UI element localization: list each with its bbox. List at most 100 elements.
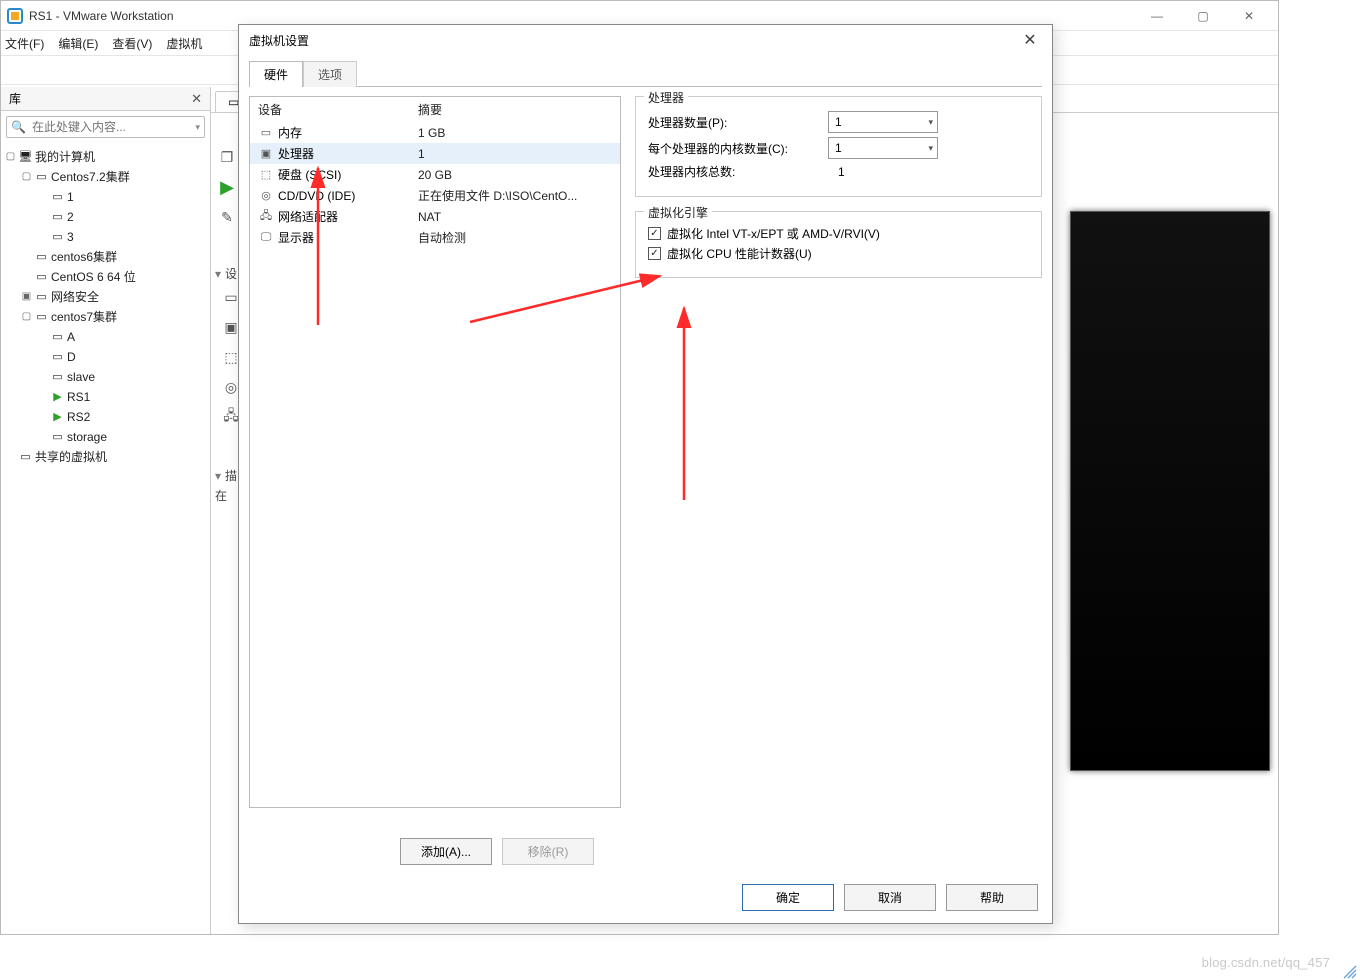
virt-cpu-label: 虚拟化 CPU 性能计数器(U) <box>667 245 812 262</box>
resize-grip-icon[interactable] <box>1340 962 1358 980</box>
cd-icon: ◎ <box>258 189 274 203</box>
vm-icon: ▭ <box>50 430 65 444</box>
col-device: 设备 <box>258 101 418 118</box>
vm-icon: ▭ <box>50 370 65 384</box>
folder-icon: ▭ <box>34 290 49 304</box>
tree-centos72-cluster[interactable]: ▢▭Centos7.2集群 <box>3 167 208 187</box>
watermark-text: blog.csdn.net/qq_457 <box>1202 955 1330 970</box>
menu-edit[interactable]: 编辑(E) <box>58 35 98 52</box>
vm-icon: ▭ <box>50 210 65 224</box>
vm-icon: ▭ <box>50 190 65 204</box>
tree-node-D[interactable]: ▭D <box>3 347 208 367</box>
virt-cpu-counters-row[interactable]: ✓ 虚拟化 CPU 性能计数器(U) <box>648 245 1029 262</box>
vm-quick-icons: ❐ ▶ ✎ <box>217 147 237 227</box>
vm-icon: ▭ <box>50 230 65 244</box>
dialog-tab-options[interactable]: 选项 <box>303 61 357 87</box>
computer-icon: 🖥 <box>18 150 33 164</box>
close-button[interactable]: ✕ <box>1226 2 1272 30</box>
vm-icon: ▭ <box>34 270 49 284</box>
library-search[interactable]: 🔍 ▾ <box>6 116 205 138</box>
hardware-list: 设备 摘要 ▭内存 1 GB ▣处理器 1 ⬚硬盘 (SCSI) 20 GB ◎… <box>249 96 621 808</box>
tree-node-2[interactable]: ▭2 <box>3 207 208 227</box>
proc-count-label: 处理器数量(P): <box>648 114 828 131</box>
cpu-icon: ▣ <box>258 147 274 161</box>
tree-node-storage[interactable]: ▭storage <box>3 427 208 447</box>
tree-node-slave[interactable]: ▭slave <box>3 367 208 387</box>
tree-node-RS2[interactable]: ▶RS2 <box>3 407 208 427</box>
remove-hardware-button: 移除(R) <box>502 838 594 865</box>
search-input[interactable] <box>30 119 192 135</box>
memory-icon: ▭ <box>258 126 274 140</box>
chevron-down-icon: ▾ <box>928 117 933 128</box>
vmware-icon <box>7 8 23 24</box>
cores-combo[interactable]: 1▾ <box>828 137 938 159</box>
vm-running-icon: ▶ <box>50 410 65 424</box>
windows-overlap-icon[interactable]: ❐ <box>217 147 237 167</box>
processor-group: 处理器 处理器数量(P): 1▾ 每个处理器的内核数量(C): 1▾ 处理器内核… <box>635 96 1042 197</box>
tree-my-computer[interactable]: ▢🖥我的计算机 <box>3 147 208 167</box>
menu-vm-truncated[interactable]: 虚拟机 <box>166 35 202 52</box>
vm-settings-dialog: 虚拟机设置 ✕ 硬件 选项 设备 摘要 ▭内存 1 GB ▣处理器 1 ⬚硬盘 … <box>238 24 1053 924</box>
col-summary: 摘要 <box>418 101 612 118</box>
proc-count-combo[interactable]: 1▾ <box>828 111 938 133</box>
section-settings: ▾设 <box>215 265 237 282</box>
library-panel: 库 ✕ 🔍 ▾ ▢🖥我的计算机 ▢▭Centos7.2集群 ▭1 ▭2 ▭3 ▭… <box>1 87 211 934</box>
vm-icon: ▭ <box>50 350 65 364</box>
menu-file[interactable]: 文件(F) <box>5 35 44 52</box>
hw-row-display[interactable]: 🖵显示器 自动检测 <box>250 227 620 248</box>
library-tree: ▢🖥我的计算机 ▢▭Centos7.2集群 ▭1 ▭2 ▭3 ▭centos6集… <box>1 143 210 471</box>
vm-icon: ▭ <box>50 330 65 344</box>
tree-centos7-cluster[interactable]: ▢▭centos7集群 <box>3 307 208 327</box>
hw-row-memory[interactable]: ▭内存 1 GB <box>250 122 620 143</box>
tree-shared-vms[interactable]: ▭共享的虚拟机 <box>3 447 208 467</box>
menu-view[interactable]: 查看(V) <box>112 35 152 52</box>
virt-vtx-label: 虚拟化 Intel VT-x/EPT 或 AMD-V/RVI(V) <box>667 225 880 242</box>
nic-icon: 🖧 <box>258 210 274 224</box>
section-at: 在 <box>215 487 227 504</box>
hw-row-cddvd[interactable]: ◎CD/DVD (IDE) 正在使用文件 D:\ISO\CentO... <box>250 185 620 206</box>
help-button[interactable]: 帮助 <box>946 884 1038 911</box>
processor-group-legend: 处理器 <box>644 89 688 106</box>
folder-icon: ▭ <box>34 170 49 184</box>
shared-icon: ▭ <box>18 450 33 464</box>
add-hardware-button[interactable]: 添加(A)... <box>400 838 492 865</box>
vm-preview-thumbnail[interactable] <box>1070 211 1270 771</box>
tree-node-A[interactable]: ▭A <box>3 327 208 347</box>
hw-row-network[interactable]: 🖧网络适配器 NAT <box>250 206 620 227</box>
checkbox-checked-icon[interactable]: ✓ <box>648 247 661 260</box>
dialog-tab-hardware[interactable]: 硬件 <box>249 61 303 87</box>
tree-node-RS1[interactable]: ▶RS1 <box>3 387 208 407</box>
total-cores-label: 处理器内核总数: <box>648 163 828 180</box>
maximize-button[interactable]: ▢ <box>1180 2 1226 30</box>
library-close-icon[interactable]: ✕ <box>191 91 202 107</box>
total-cores-value: 1 <box>828 165 948 179</box>
search-icon: 🔍 <box>11 120 26 134</box>
dialog-title: 虚拟机设置 <box>249 32 309 49</box>
cancel-button[interactable]: 取消 <box>844 884 936 911</box>
tree-node-3[interactable]: ▭3 <box>3 227 208 247</box>
section-desc: ▾描 <box>215 467 237 484</box>
processor-settings-panel: 处理器 处理器数量(P): 1▾ 每个处理器的内核数量(C): 1▾ 处理器内核… <box>635 96 1042 808</box>
hw-row-processor[interactable]: ▣处理器 1 <box>250 143 620 164</box>
tree-centos6-64[interactable]: ▭CentOS 6 64 位 <box>3 267 208 287</box>
virt-vtx-row[interactable]: ✓ 虚拟化 Intel VT-x/EPT 或 AMD-V/RVI(V) <box>648 225 1029 242</box>
virtualization-engine-group: 虚拟化引擎 ✓ 虚拟化 Intel VT-x/EPT 或 AMD-V/RVI(V… <box>635 211 1042 278</box>
checkbox-checked-icon[interactable]: ✓ <box>648 227 661 240</box>
tree-netsec[interactable]: ▣▭网络安全 <box>3 287 208 307</box>
search-dropdown-icon[interactable]: ▾ <box>195 122 200 133</box>
tree-centos6-cluster[interactable]: ▭centos6集群 <box>3 247 208 267</box>
virt-group-legend: 虚拟化引擎 <box>644 204 712 221</box>
window-title: RS1 - VMware Workstation <box>29 9 1134 23</box>
minimize-button[interactable]: — <box>1134 2 1180 30</box>
display-icon: 🖵 <box>258 231 274 245</box>
vm-running-icon: ▶ <box>50 390 65 404</box>
play-icon[interactable]: ▶ <box>217 177 237 197</box>
folder-icon: ▭ <box>34 310 49 324</box>
ok-button[interactable]: 确定 <box>742 884 834 911</box>
edit-settings-icon[interactable]: ✎ <box>217 207 237 227</box>
dialog-close-icon[interactable]: ✕ <box>1018 30 1042 50</box>
hw-row-disk[interactable]: ⬚硬盘 (SCSI) 20 GB <box>250 164 620 185</box>
library-title: 库 <box>9 90 21 107</box>
folder-icon: ▭ <box>34 250 49 264</box>
tree-node-1[interactable]: ▭1 <box>3 187 208 207</box>
